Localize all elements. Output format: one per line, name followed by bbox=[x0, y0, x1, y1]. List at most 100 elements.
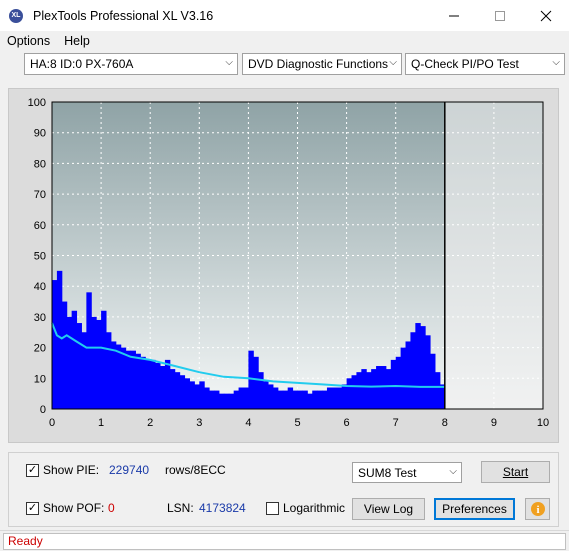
data-bar bbox=[155, 362, 161, 409]
show-pie-label: Show PIE: bbox=[43, 463, 100, 477]
status-box: Ready bbox=[3, 533, 566, 550]
data-bar bbox=[277, 390, 284, 409]
menu-help[interactable]: Help bbox=[57, 34, 97, 48]
pie-unit: rows/8ECC bbox=[165, 463, 226, 477]
pi-po-chart: 0 10 20 30 40 50 60 70 80 90 100 0 1 2 3 4 5 6 7 8 9 10 bbox=[28, 97, 549, 429]
window-title: PlexTools Professional XL V3.16 bbox=[33, 8, 214, 23]
view-log-button[interactable]: View Log bbox=[352, 498, 425, 520]
chevron-down-icon: ⌵ bbox=[225, 57, 233, 68]
chevron-down-icon: ⌵ bbox=[389, 57, 397, 68]
y-tick-label: 50 bbox=[34, 251, 46, 263]
data-bar bbox=[326, 387, 333, 409]
close-button[interactable] bbox=[523, 0, 569, 31]
y-tick-label: 70 bbox=[34, 189, 46, 201]
data-bar bbox=[61, 301, 68, 409]
data-bar bbox=[282, 390, 289, 409]
show-pie-checkbox[interactable]: ✓ Show PIE: bbox=[26, 463, 99, 477]
maximize-button[interactable] bbox=[477, 0, 523, 31]
chart-panel: 0 10 20 30 40 50 60 70 80 90 100 0 1 2 3 4 5 6 7 8 9 10 bbox=[8, 88, 559, 443]
drive-select[interactable]: HA:8 ID:0 PX-760A ⌵ bbox=[24, 53, 238, 75]
y-tick-label: 60 bbox=[34, 220, 46, 232]
y-tick-label: 80 bbox=[34, 158, 46, 170]
app-icon: XL bbox=[9, 8, 23, 23]
status-bar: Ready bbox=[0, 530, 569, 551]
function-select[interactable]: DVD Diagnostic Functions ⌵ bbox=[242, 53, 402, 75]
checkmark-icon: ✓ bbox=[26, 463, 39, 477]
info-icon: i bbox=[530, 502, 545, 516]
data-bar bbox=[361, 369, 367, 409]
sum8-test-select[interactable]: SUM8 Test ⌵ bbox=[352, 462, 462, 483]
data-bar bbox=[214, 390, 220, 409]
data-bar bbox=[287, 387, 294, 409]
data-bar bbox=[405, 341, 411, 409]
data-bar bbox=[253, 356, 259, 409]
data-bar bbox=[371, 369, 377, 409]
data-bar bbox=[302, 390, 308, 409]
minimize-icon bbox=[449, 15, 459, 16]
data-bar bbox=[115, 344, 122, 409]
data-bar bbox=[160, 366, 166, 409]
svg-text:i: i bbox=[536, 504, 539, 516]
data-bar bbox=[415, 323, 421, 409]
data-bar bbox=[169, 369, 176, 409]
status-text: Ready bbox=[8, 534, 43, 548]
menu-options[interactable]: Options bbox=[0, 34, 57, 48]
data-bar bbox=[130, 350, 136, 409]
data-bar bbox=[336, 387, 343, 409]
test-select-value: Q-Check PI/PO Test bbox=[411, 57, 519, 71]
logarithmic-checkbox[interactable]: Logarithmic bbox=[266, 501, 345, 515]
data-bar bbox=[199, 381, 205, 409]
controls-panel: ✓ Show PIE: 229740 rows/8ECC ✓ Show POF:… bbox=[8, 452, 559, 527]
close-icon bbox=[540, 10, 552, 21]
preferences-button[interactable]: Preferences bbox=[434, 498, 515, 520]
pie-value: 229740 bbox=[109, 463, 150, 477]
menu-help-label: Help bbox=[64, 34, 90, 48]
data-bar bbox=[218, 393, 225, 409]
show-pof-checkbox[interactable]: ✓ Show POF: bbox=[26, 501, 104, 515]
data-bar bbox=[238, 387, 244, 409]
data-bar bbox=[272, 387, 279, 409]
data-bar bbox=[66, 316, 73, 409]
maximize-icon bbox=[495, 10, 505, 21]
title-bar: XL PlexTools Professional XL V3.16 bbox=[0, 0, 569, 31]
data-bar bbox=[366, 372, 372, 409]
data-bar bbox=[174, 372, 181, 409]
lsn-value: 4173824 bbox=[199, 501, 246, 515]
x-tick-label: 4 bbox=[245, 417, 251, 429]
data-bar bbox=[150, 359, 156, 409]
data-bar bbox=[390, 359, 397, 409]
x-tick-label: 8 bbox=[442, 417, 448, 429]
data-bar bbox=[101, 310, 107, 409]
data-bar bbox=[243, 387, 249, 409]
data-bar bbox=[312, 390, 318, 409]
start-button[interactable]: Start bbox=[481, 461, 550, 483]
data-bar bbox=[145, 359, 151, 409]
x-tick-label: 7 bbox=[393, 417, 399, 429]
y-tick-label: 10 bbox=[34, 373, 46, 385]
data-bar bbox=[385, 369, 392, 409]
data-bar bbox=[135, 353, 141, 409]
show-pof-label: Show POF: bbox=[43, 501, 105, 515]
data-bar bbox=[268, 384, 274, 409]
test-select[interactable]: Q-Check PI/PO Test ⌵ bbox=[405, 53, 565, 75]
data-bar bbox=[71, 310, 78, 409]
data-bar bbox=[376, 366, 382, 409]
info-button[interactable]: i bbox=[525, 498, 550, 520]
minimize-button[interactable] bbox=[431, 0, 477, 31]
data-bar bbox=[233, 390, 240, 409]
data-bar bbox=[322, 390, 328, 409]
data-bar bbox=[297, 390, 303, 409]
data-bar bbox=[307, 393, 313, 409]
x-tick-label: 2 bbox=[147, 417, 153, 429]
data-bar bbox=[434, 372, 441, 409]
data-bar bbox=[400, 347, 407, 409]
x-tick-label: 0 bbox=[49, 417, 55, 429]
data-bar bbox=[81, 332, 87, 409]
x-tick-label: 9 bbox=[491, 417, 497, 429]
data-bar bbox=[164, 359, 171, 409]
data-bar bbox=[52, 280, 58, 409]
y-tick-label: 40 bbox=[34, 281, 46, 293]
data-bar bbox=[380, 366, 387, 409]
y-tick-label: 30 bbox=[34, 312, 46, 324]
data-bar bbox=[125, 350, 132, 409]
